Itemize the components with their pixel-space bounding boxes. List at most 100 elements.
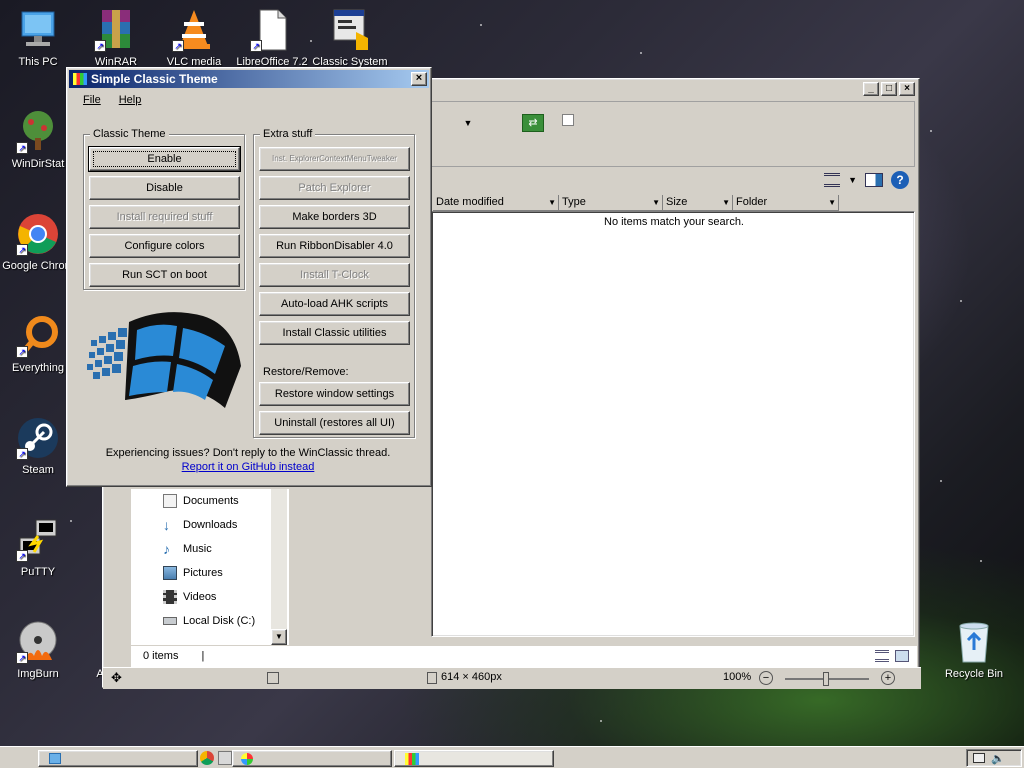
configure-colors-button[interactable]: Configure colors xyxy=(89,234,240,258)
zoom-out-icon[interactable]: − xyxy=(759,671,773,685)
column-sort-icon: ▼ xyxy=(548,198,556,207)
taskbar-button-paint[interactable] xyxy=(232,750,392,767)
preview-pane-icon[interactable] xyxy=(865,173,883,187)
nav-item-local-disk[interactable]: Local Disk (C:) xyxy=(131,609,289,633)
disable-button[interactable]: Disable xyxy=(89,176,240,200)
documents-icon xyxy=(163,494,177,508)
close-button[interactable]: × xyxy=(899,82,915,96)
column-sort-icon: ▼ xyxy=(722,198,730,207)
desktop-icon-google-chrome[interactable]: ↗ Google Chrom xyxy=(0,212,76,272)
volume-icon[interactable]: 🔈 xyxy=(991,752,1005,765)
restore-window-settings-button[interactable]: Restore window settings xyxy=(259,382,410,406)
scroll-down-button[interactable]: ▼ xyxy=(271,629,287,645)
menu-file[interactable]: File xyxy=(83,94,101,106)
nav-item-downloads[interactable]: ↓ Downloads xyxy=(131,513,289,537)
help-icon[interactable]: ? xyxy=(891,171,909,189)
desktop-icon-winrar[interactable]: ↗ WinRAR xyxy=(78,8,154,68)
column-type[interactable]: Type ▼ xyxy=(559,195,663,211)
putty-icon: ↗ xyxy=(16,518,60,562)
desktop-icon-everything[interactable]: ↗ Everything xyxy=(0,314,76,374)
nav-item-videos[interactable]: Videos xyxy=(131,585,289,609)
desktop-icon-windirstat[interactable]: ↗ WinDirStat xyxy=(0,110,76,170)
image-status-bar: ✥ 614 × 460px 100% − + xyxy=(103,667,921,689)
desktop-icon-steam[interactable]: ↗ Steam xyxy=(0,416,76,476)
chrome-icon: ↗ xyxy=(16,212,60,256)
desktop-icon-this-pc[interactable]: This PC xyxy=(0,8,76,68)
disc-icon: ↗ xyxy=(16,620,60,664)
column-sort-icon: ▼ xyxy=(828,198,836,207)
enable-button[interactable]: Enable xyxy=(88,146,241,172)
view-tools: ▼ ? xyxy=(824,171,909,189)
nav-scrollbar[interactable]: ▼ xyxy=(271,489,287,645)
view-options-icon[interactable] xyxy=(824,173,841,187)
move-icon: ✥ xyxy=(111,670,122,685)
zoom-slider-thumb[interactable] xyxy=(823,672,829,686)
address-dropdown[interactable]: ▼ xyxy=(458,110,478,136)
app-icon xyxy=(73,73,87,85)
refresh-button[interactable]: ⇄ xyxy=(522,114,544,132)
column-date-modified[interactable]: Date modified ▼ xyxy=(433,195,559,211)
details-view-icon[interactable] xyxy=(875,650,889,662)
sct-dialog: Simple Classic Theme × File Help Classic… xyxy=(66,67,432,487)
column-size[interactable]: Size ▼ xyxy=(663,195,733,211)
desktop-icon-putty[interactable]: ↗ PuTTY xyxy=(0,518,76,578)
steam-icon: ↗ xyxy=(16,416,60,460)
desktop-icon-classic-system[interactable]: Classic System xyxy=(312,8,388,68)
selection-size-icon xyxy=(427,672,437,684)
computer-icon xyxy=(16,8,60,52)
install-t-clock-button[interactable]: Install T-Clock xyxy=(259,263,410,287)
desktop-icon-vlc[interactable]: ↗ VLC media xyxy=(156,8,232,68)
desktop-icon-recycle-bin[interactable]: Recycle Bin xyxy=(936,620,1012,680)
maximize-button[interactable]: □ xyxy=(881,82,897,96)
install-classic-utilities-button[interactable]: Install Classic utilities xyxy=(259,321,410,345)
system-tray: 🔈 xyxy=(966,749,1022,767)
paint-taskbar-icon xyxy=(241,753,253,765)
image-viewer-taskbar-icon[interactable] xyxy=(218,751,232,765)
run-sct-on-boot-button[interactable]: Run SCT on boot xyxy=(89,263,240,287)
pictures-icon xyxy=(163,566,177,580)
tree-icon: ↗ xyxy=(16,110,60,154)
column-headers: Date modified ▼ Type ▼ Size ▼ Folder ▼ xyxy=(433,195,839,211)
patch-explorer-button[interactable]: Patch Explorer xyxy=(259,176,410,200)
windows-logo xyxy=(85,296,245,416)
large-icons-view-icon[interactable] xyxy=(895,650,909,662)
menu-help[interactable]: Help xyxy=(119,94,142,106)
nav-item-pictures[interactable]: Pictures xyxy=(131,561,289,585)
taskbar-button-explorer[interactable] xyxy=(38,750,198,767)
issue-text: Experiencing issues? Don't reply to the … xyxy=(105,447,391,459)
column-folder[interactable]: Folder ▼ xyxy=(733,195,839,211)
uninstall-button[interactable]: Uninstall (restores all UI) xyxy=(259,411,410,435)
install-explorer-context-menu-tweaker-button[interactable]: Inst. ExplorerContextMenuTweaker xyxy=(259,147,410,171)
run-ribbon-disabler-button[interactable]: Run RibbonDisabler 4.0 xyxy=(259,234,410,258)
toolbar-checkbox[interactable] xyxy=(562,114,574,126)
network-icon[interactable] xyxy=(973,753,985,763)
zoom-in-icon[interactable]: + xyxy=(881,671,895,685)
recycle-bin-icon xyxy=(952,620,996,664)
auto-load-ahk-scripts-button[interactable]: Auto-load AHK scripts xyxy=(259,292,410,316)
minimize-button[interactable]: _ xyxy=(863,82,879,96)
dialog-close-button[interactable]: × xyxy=(411,72,427,86)
chrome-taskbar-icon[interactable] xyxy=(200,751,214,765)
downloads-icon: ↓ xyxy=(163,517,170,533)
github-link[interactable]: Report it on GitHub instead xyxy=(67,461,429,473)
restore-remove-label: Restore/Remove: xyxy=(263,366,349,378)
desktop-icon-libreoffice[interactable]: ↗ LibreOffice 7.2 xyxy=(234,8,310,68)
install-required-stuff-button[interactable]: Install required stuff xyxy=(89,205,240,229)
make-borders-3d-button[interactable]: Make borders 3D xyxy=(259,205,410,229)
winrar-icon: ↗ xyxy=(94,8,138,52)
file-list[interactable]: No items match your search. xyxy=(431,211,915,637)
sct-taskbar-icon xyxy=(405,753,419,765)
nav-item-music[interactable]: ♪ Music xyxy=(131,537,289,561)
document-icon: ↗ xyxy=(250,8,294,52)
nav-item-documents[interactable]: Documents xyxy=(131,489,289,513)
music-icon: ♪ xyxy=(163,541,170,557)
column-sort-icon: ▼ xyxy=(652,198,660,207)
view-dropdown-arrow-icon[interactable]: ▼ xyxy=(848,175,857,185)
explorer-status: 0 items | xyxy=(131,645,917,667)
magnifier-icon: ↗ xyxy=(16,314,60,358)
explorer-taskbar-icon xyxy=(49,753,61,764)
system-icon xyxy=(328,8,372,52)
videos-icon xyxy=(163,590,177,604)
taskbar: 🔈 xyxy=(0,746,1024,768)
taskbar-button-sct[interactable] xyxy=(394,750,554,767)
